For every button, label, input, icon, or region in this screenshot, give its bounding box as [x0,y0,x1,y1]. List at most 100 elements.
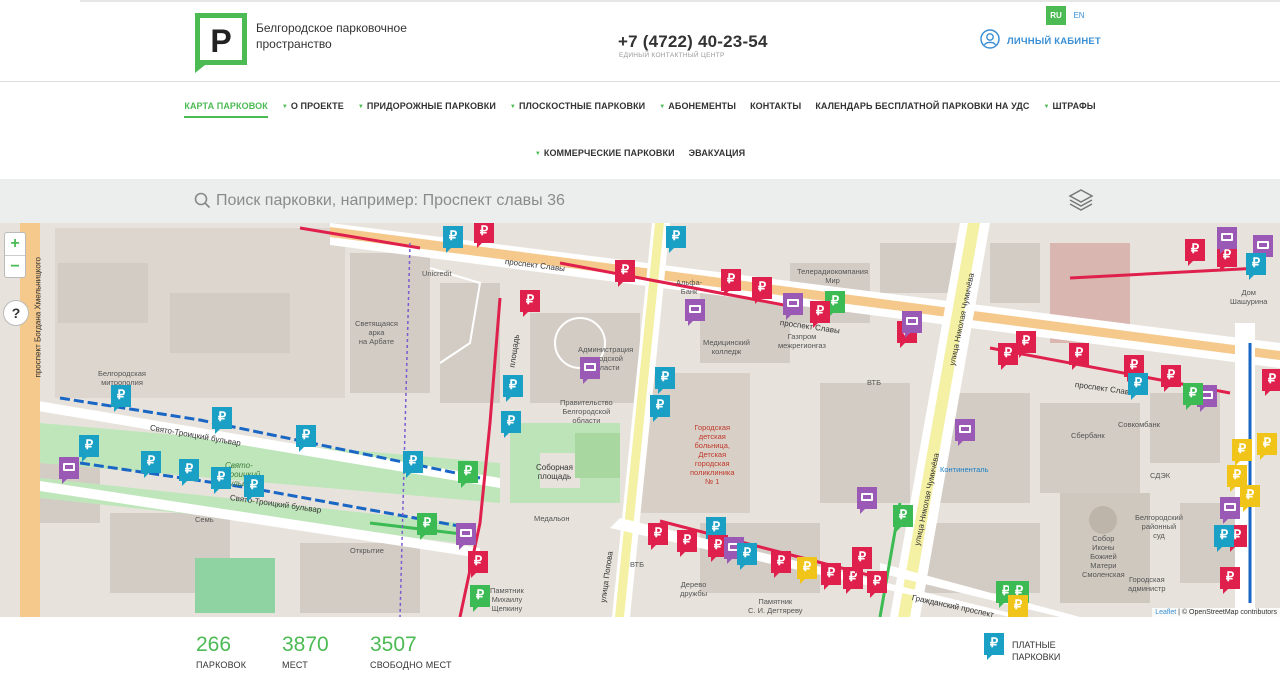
personal-account-link[interactable]: ЛИЧНЫЙ КАБИНЕТ [980,29,1101,54]
parking-marker-green[interactable]: ₽ [458,461,478,488]
parking-marker-blue[interactable]: ₽ [666,226,686,253]
map-legend[interactable]: ₽ ПЛАТНЫЕ ПАРКОВКИ [984,633,1072,663]
parking-marker-red[interactable]: ₽ [821,563,841,590]
parking-marker-blue[interactable]: ₽ [403,451,423,478]
paid-parking-legend-icon: ₽ [984,633,1004,660]
card-icon [1257,240,1269,249]
parking-marker-blue[interactable]: ₽ [1214,525,1234,552]
nav-item-r1-0[interactable]: КАРТА ПАРКОВОК [177,101,274,118]
parking-marker-blue[interactable]: ₽ [79,435,99,462]
nav-item-r2-1[interactable]: ЭВАКУАЦИЯ [682,148,753,158]
stat-parkings-value: 266 [196,633,232,656]
parking-marker-blue[interactable]: ₽ [211,467,231,494]
commercial-parking-marker-purple[interactable] [685,299,705,326]
nav-item-r1-6[interactable]: КАЛЕНДАРЬ БЕСПЛАТНОЙ ПАРКОВКИ НА УДС [808,101,1036,111]
parking-marker-red[interactable]: ₽ [1069,343,1089,370]
parking-marker-red[interactable]: ₽ [474,223,494,248]
parking-marker-red[interactable]: ₽ [752,277,772,304]
nav-item-r1-7[interactable]: ▼ ШТРАФЫ [1036,101,1102,111]
commercial-parking-marker-purple[interactable] [783,293,803,320]
commercial-parking-marker-purple[interactable] [1217,227,1237,254]
commercial-parking-marker-purple[interactable] [456,523,476,550]
commercial-parking-marker-purple[interactable] [59,457,79,484]
nav-item-r2-0[interactable]: ▼ КОММЕРЧЕСКИЕ ПАРКОВКИ [528,148,682,158]
card-icon [63,462,75,471]
parking-marker-red[interactable]: ₽ [1016,331,1036,358]
ruble-icon: ₽ [116,387,126,402]
nav-item-r1-4[interactable]: ▼ АБОНЕМЕНТЫ [652,101,743,111]
parking-marker-blue[interactable]: ₽ [244,475,264,502]
parking-marker-red[interactable]: ₽ [843,567,863,594]
parking-marker-red[interactable]: ₽ [867,571,887,598]
parking-marker-red[interactable]: ₽ [677,530,697,557]
parking-marker-red[interactable]: ₽ [1262,369,1280,396]
commercial-parking-marker-purple[interactable] [857,487,877,514]
zoom-out-button[interactable]: − [5,255,25,277]
search-input[interactable] [216,188,1036,214]
nav-item-r1-2[interactable]: ▼ ПРИДОРОЖНЫЕ ПАРКОВКИ [351,101,503,111]
parking-marker-blue[interactable]: ₽ [179,459,199,486]
ruble-icon: ₽ [506,413,516,428]
lang-ru-button[interactable]: RU [1046,6,1066,25]
stat-parkings-label: ПАРКОВОК [196,660,247,670]
parking-marker-yellow[interactable]: ₽ [1232,439,1252,466]
parking-marker-red[interactable]: ₽ [615,260,635,287]
zoom-in-button[interactable]: + [5,233,25,255]
leaflet-link[interactable]: Leaflet [1155,609,1176,616]
parking-marker-blue[interactable]: ₽ [443,226,463,253]
parking-marker-blue[interactable]: ₽ [1246,253,1266,280]
parking-marker-red[interactable]: ₽ [998,343,1018,370]
parking-marker-red[interactable]: ₽ [852,547,872,574]
parking-marker-blue[interactable]: ₽ [501,411,521,438]
nav-item-r1-5[interactable]: КОНТАКТЫ [743,101,808,111]
stat-free-label: СВОБОДНО МЕСТ [370,660,452,670]
parking-marker-blue[interactable]: ₽ [650,395,670,422]
nav-item-r1-1[interactable]: ▼ О ПРОЕКТЕ [275,101,351,111]
parking-marker-blue[interactable]: ₽ [1128,373,1148,400]
nav-item-label: КАРТА ПАРКОВОК [184,101,268,111]
parking-marker-red[interactable]: ₽ [721,269,741,296]
parking-marker-green[interactable]: ₽ [417,513,437,540]
parking-marker-red[interactable]: ₽ [1161,365,1181,392]
parking-map[interactable]: Unicredit Светящаяся арка на Арбате Белг… [0,223,1280,617]
ruble-icon: ₽ [216,469,226,484]
commercial-parking-marker-purple[interactable] [955,419,975,446]
parking-marker-yellow[interactable]: ₽ [1240,485,1260,512]
parking-marker-red[interactable]: ₽ [1220,567,1240,594]
commercial-parking-marker-purple[interactable] [1220,497,1240,524]
ruble-icon: ₽ [448,228,458,243]
stat-parkings: 266 ПАРКОВОК [196,633,246,670]
parking-marker-yellow[interactable]: ₽ [1257,433,1277,460]
parking-marker-blue[interactable]: ₽ [212,407,232,434]
parking-marker-blue[interactable]: ₽ [141,451,161,478]
commercial-parking-marker-purple[interactable] [580,357,600,384]
parking-marker-yellow[interactable]: ₽ [1008,595,1028,617]
layers-icon[interactable] [1068,187,1094,218]
parking-marker-blue[interactable]: ₽ [737,543,757,570]
parking-marker-green[interactable]: ₽ [470,585,490,612]
parking-marker-red[interactable]: ₽ [648,523,668,550]
parking-marker-red[interactable]: ₽ [520,290,540,317]
parking-marker-yellow[interactable]: ₽ [1227,465,1247,492]
parking-marker-green[interactable]: ₽ [893,505,913,532]
logo[interactable]: P [195,13,247,73]
parking-marker-green[interactable]: ₽ [1183,383,1203,410]
parking-marker-blue[interactable]: ₽ [503,375,523,402]
parking-marker-yellow[interactable]: ₽ [797,557,817,584]
parking-marker-blue[interactable]: ₽ [296,425,316,452]
ruble-icon: ₽ [898,507,908,522]
parking-marker-red[interactable]: ₽ [771,551,791,578]
phone-number[interactable]: +7 (4722) 40-23-54 [618,32,768,52]
lang-en-button[interactable]: EN [1070,6,1088,25]
parking-marker-blue[interactable]: ₽ [111,385,131,412]
parking-marker-red[interactable]: ₽ [810,301,830,328]
parking-marker-red[interactable]: ₽ [1185,239,1205,266]
parking-marker-red[interactable]: ₽ [468,551,488,578]
commercial-parking-marker-purple[interactable] [902,311,922,338]
ruble-icon: ₽ [1188,385,1198,400]
map-label-sdek: СДЭК [1150,471,1171,480]
help-button[interactable]: ? [3,300,29,326]
parking-marker-blue[interactable]: ₽ [655,367,675,394]
nav-item-r1-3[interactable]: ▼ ПЛОСКОСТНЫЕ ПАРКОВКИ [503,101,652,111]
nav-item-label: ЭВАКУАЦИЯ [688,148,746,158]
